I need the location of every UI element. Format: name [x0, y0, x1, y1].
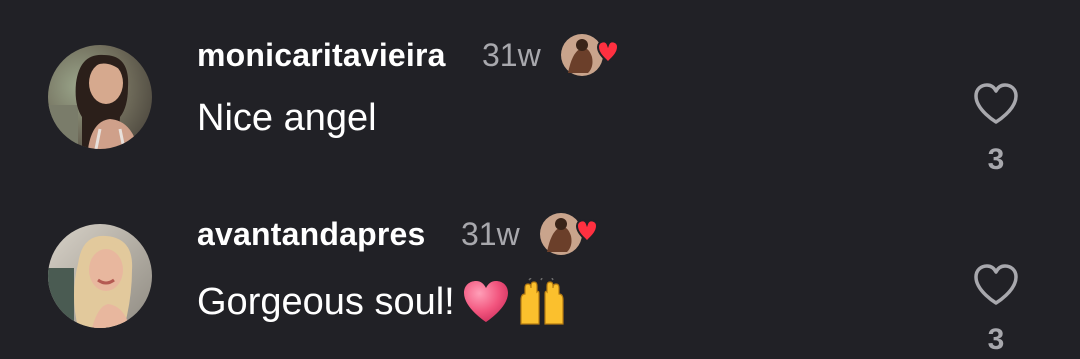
comment-username[interactable]: avantandapres — [197, 216, 425, 253]
comment-text-content: Gorgeous soul! — [197, 280, 455, 323]
like-heart-icon[interactable] — [972, 82, 1020, 126]
comment-text: Nice angel — [197, 97, 377, 140]
creator-liked-heart-icon — [537, 212, 603, 256]
like-count: 3 — [987, 143, 1005, 176]
raising-hands-icon — [517, 277, 567, 326]
comment-text-content: Nice angel — [197, 97, 377, 139]
like-heart-icon[interactable] — [972, 263, 1020, 307]
comment-text: Gorgeous soul! — [197, 277, 567, 326]
pink-heart-icon — [461, 278, 511, 326]
comment-item: avantandapres 31w Gorgeous soul! 3 — [0, 179, 1080, 359]
comment-timestamp: 31w — [461, 216, 520, 252]
comment-timestamp: 31w — [482, 37, 541, 73]
like-count: 3 — [987, 323, 1005, 356]
comment-username[interactable]: monicaritavieira — [197, 37, 446, 74]
avatar[interactable] — [48, 45, 152, 149]
avatar[interactable] — [48, 224, 152, 328]
comment-item: monicaritavieira 31w Nice angel 3 — [0, 0, 1080, 180]
creator-liked-heart-icon — [558, 33, 624, 77]
